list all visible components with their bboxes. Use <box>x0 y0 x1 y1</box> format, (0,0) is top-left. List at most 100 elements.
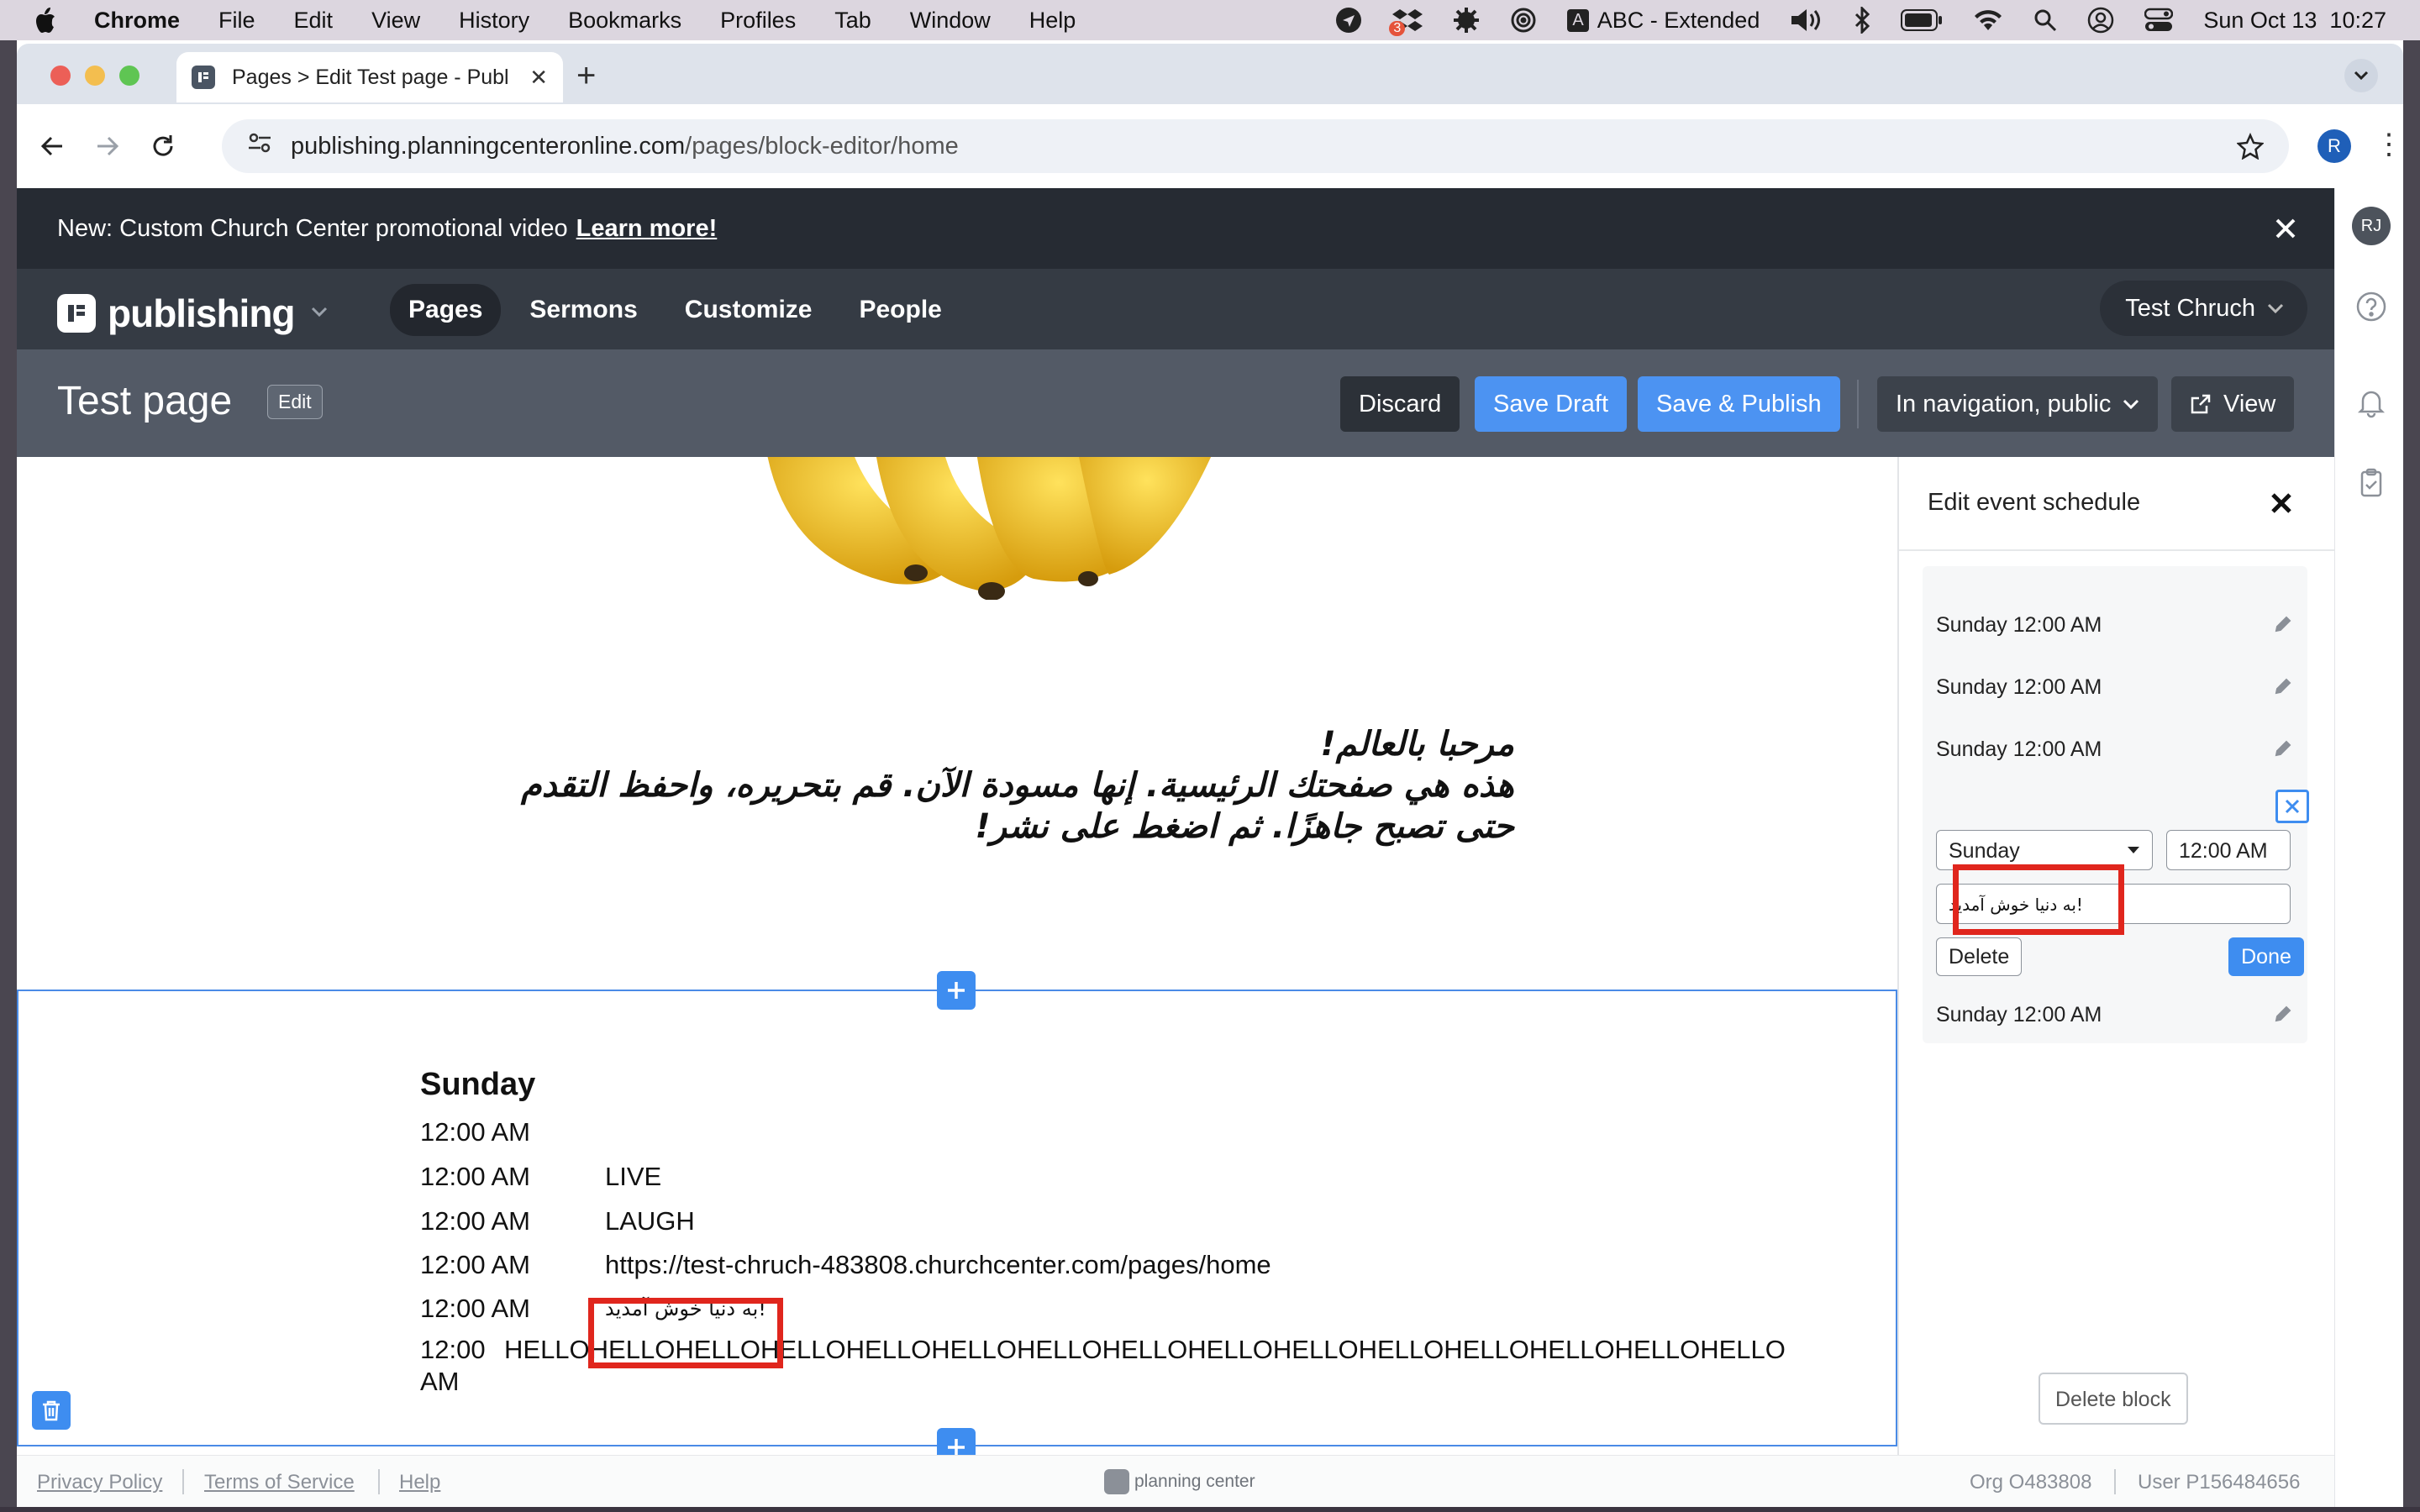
menubar-datetime[interactable]: Sun Oct 13 10:27 <box>2203 8 2386 34</box>
menu-edit[interactable]: Edit <box>294 8 334 34</box>
tab-search-button[interactable] <box>2344 59 2378 92</box>
desktop-bottom-edge <box>0 1507 2420 1512</box>
schedule-item[interactable]: Sunday 12:00 AM <box>1936 675 2102 700</box>
menu-history[interactable]: History <box>459 8 529 34</box>
delete-block-trash-icon[interactable] <box>32 1391 71 1430</box>
delete-item-button[interactable]: Delete <box>1936 937 2023 976</box>
schedule-item[interactable]: Sunday 12:00 AM <box>1936 1003 2102 1027</box>
pencil-icon[interactable] <box>2274 1005 2292 1027</box>
bookmark-star-icon[interactable] <box>2236 132 2265 166</box>
schedule-item[interactable]: Sunday 12:00 AM <box>1936 738 2102 762</box>
banner-close-icon[interactable] <box>2269 212 2302 245</box>
schedule-time: 12:00 AM <box>420 1206 530 1236</box>
menu-view[interactable]: View <box>371 8 420 34</box>
location-icon[interactable] <box>1335 7 1362 34</box>
input-source[interactable]: A ABC - Extended <box>1567 8 1760 34</box>
planning-center-logo-icon <box>1104 1469 1129 1494</box>
event-schedule-block[interactable]: Sunday 12:00 AM 12:00 AM LIVE 12:00 AM LAU… <box>17 990 1897 1446</box>
wifi-icon[interactable] <box>1973 8 2003 32</box>
publishing-logo-icon <box>57 294 96 333</box>
menu-app-chrome[interactable]: Chrome <box>94 8 180 34</box>
help-icon[interactable] <box>2355 291 2387 327</box>
tab-close-icon[interactable]: ✕ <box>529 65 548 91</box>
banner-learn-more-link[interactable]: Learn more! <box>576 215 718 243</box>
time-input[interactable]: 12:00 AM <box>2166 830 2291 870</box>
schedule-item[interactable]: Sunday 12:00 AM <box>1936 613 2102 638</box>
edit-title-button[interactable]: Edit <box>267 385 323 419</box>
pencil-icon[interactable] <box>2274 739 2292 762</box>
browser-tab[interactable]: Pages > Edit Test page - Publ ✕ <box>176 52 563 102</box>
pagebar-divider <box>1857 380 1859 428</box>
delete-block-button[interactable]: Delete block <box>2039 1373 2188 1425</box>
save-publish-button[interactable]: Save & Publish <box>1638 376 1840 432</box>
favicon-icon <box>192 66 215 89</box>
menu-profiles[interactable]: Profiles <box>720 8 796 34</box>
planning-center-logo-text: planning center <box>1134 1472 1255 1491</box>
bluetooth-icon[interactable] <box>1854 7 1870 34</box>
nav-people[interactable]: People <box>840 284 960 336</box>
checklist-icon[interactable] <box>2355 467 2387 503</box>
schedule-time: 12:00 AM <box>420 1162 530 1191</box>
back-arrow-icon[interactable] <box>35 129 69 163</box>
schedule-row: 12:00 AM https://test-chruch-483808.churc… <box>420 1250 1271 1280</box>
control-center-icon[interactable] <box>2144 8 2174 33</box>
add-block-button-top[interactable] <box>937 971 976 1010</box>
terms-of-service-link[interactable]: Terms of Service <box>204 1471 355 1494</box>
app-navbar: publishing Pages Sermons Customize Peopl… <box>17 269 2334 349</box>
menu-bookmarks[interactable]: Bookmarks <box>568 8 681 34</box>
spotlight-search-icon[interactable] <box>2033 8 2057 32</box>
address-bar[interactable]: publishing.planningcenteronline.com/page… <box>222 119 2289 173</box>
reload-icon[interactable] <box>146 129 180 163</box>
nav-customize[interactable]: Customize <box>666 284 831 336</box>
forward-arrow-icon[interactable] <box>91 129 124 163</box>
privacy-policy-link[interactable]: Privacy Policy <box>37 1471 162 1494</box>
close-edit-item-icon[interactable] <box>2275 790 2309 823</box>
site-info-icon[interactable] <box>247 130 272 162</box>
menu-window[interactable]: Window <box>910 8 991 34</box>
schedule-row: 12:00 AM <box>420 1117 530 1147</box>
nav-sermons[interactable]: Sermons <box>511 284 655 336</box>
footer-separator <box>378 1469 380 1494</box>
add-block-button-bottom[interactable] <box>937 1428 976 1455</box>
help-link[interactable]: Help <box>399 1471 440 1494</box>
discard-button[interactable]: Discard <box>1340 376 1460 432</box>
user-id: User P156484656 <box>2138 1471 2301 1494</box>
window-zoom-button[interactable] <box>119 66 139 86</box>
menu-file[interactable]: File <box>218 8 255 34</box>
edit-schedule-panel: Edit event schedule Sunday 12:00 AM Sund… <box>1897 457 2336 1455</box>
menu-help[interactable]: Help <box>1029 8 1076 34</box>
volume-icon[interactable] <box>1790 8 1823 33</box>
desktop-edge-left <box>0 40 17 1512</box>
new-tab-button[interactable]: + <box>576 57 596 95</box>
tab-title: Pages > Edit Test page - Publ <box>232 65 509 89</box>
battery-icon[interactable] <box>1901 9 1943 31</box>
view-button[interactable]: View <box>2171 376 2295 432</box>
done-button[interactable]: Done <box>2228 937 2304 976</box>
airdrop-icon[interactable] <box>1510 7 1537 34</box>
pencil-icon[interactable] <box>2274 615 2292 638</box>
window-minimize-button[interactable] <box>85 66 105 86</box>
save-draft-button[interactable]: Save Draft <box>1475 376 1627 432</box>
browser-menu-icon[interactable]: ⋮ <box>2375 128 2403 161</box>
schedule-time: 12:00 AM <box>420 1294 530 1323</box>
schedule-time: 12:00 AM <box>420 1250 530 1279</box>
pencil-icon[interactable] <box>2274 677 2292 700</box>
dropbox-icon[interactable]: 3 <box>1389 8 1423 36</box>
apple-icon[interactable] <box>34 6 59 34</box>
user-avatar[interactable]: RJ <box>2352 207 2391 245</box>
notifications-bell-icon[interactable] <box>2355 386 2387 423</box>
gear-icon[interactable] <box>1453 7 1480 34</box>
church-switcher[interactable]: Test Chruch <box>2100 281 2307 336</box>
highlight-box-schedule <box>588 1298 783 1368</box>
panel-header: Edit event schedule <box>1899 457 2336 551</box>
window-close-button[interactable] <box>50 66 71 86</box>
app-switcher-chevron-icon[interactable] <box>310 306 329 322</box>
menu-tab[interactable]: Tab <box>834 8 871 34</box>
visibility-dropdown[interactable]: In navigation, public <box>1877 376 2159 432</box>
visibility-label: In navigation, public <box>1896 390 2112 417</box>
panel-close-icon[interactable] <box>2269 491 2294 522</box>
browser-profile-avatar[interactable]: R <box>2317 129 2351 163</box>
publishing-logo[interactable]: publishing <box>57 291 329 336</box>
user-account-icon[interactable] <box>2087 7 2114 34</box>
nav-pages[interactable]: Pages <box>390 284 502 336</box>
